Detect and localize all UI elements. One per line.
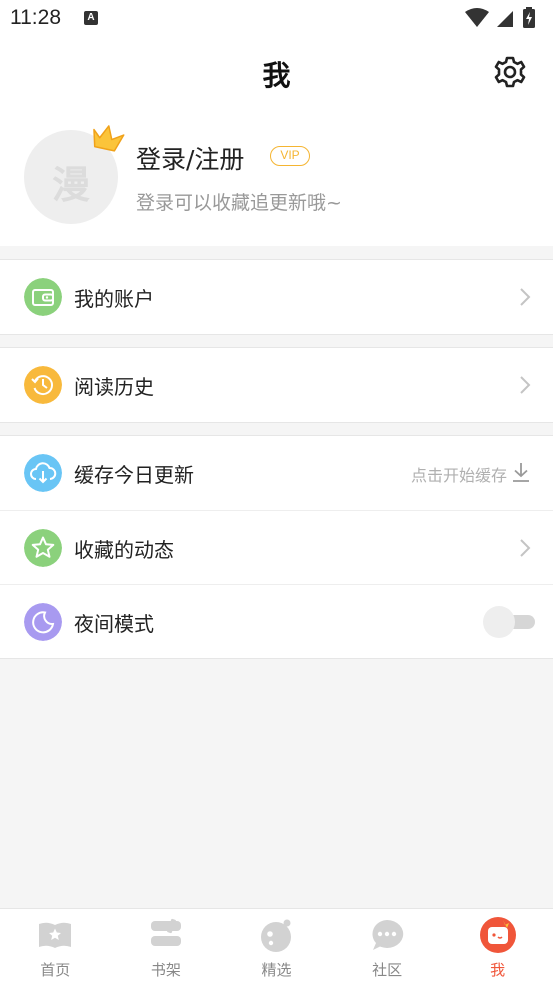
tab-home[interactable]: 首页 xyxy=(0,909,111,984)
avatar-placeholder-char: 漫 xyxy=(51,163,90,207)
start-cache-hint[interactable]: 点击开始缓存 xyxy=(411,462,507,486)
tab-label: 精选 xyxy=(261,961,292,979)
menu-item-label: 阅读历史 xyxy=(74,375,154,399)
login-register-link[interactable]: 登录/注册 xyxy=(136,140,244,176)
menu-item-cache-today[interactable]: 缓存今日更新 点击开始缓存 xyxy=(0,436,553,510)
status-bar: 11:28 A xyxy=(0,0,553,38)
featured-icon xyxy=(261,919,292,952)
menu-item-night-mode: 夜间模式 xyxy=(0,584,553,658)
download-icon[interactable] xyxy=(511,461,531,483)
tab-label: 书架 xyxy=(150,961,181,979)
clock-icon xyxy=(24,366,62,404)
tab-me[interactable]: 我 xyxy=(442,909,553,984)
settings-gear-icon[interactable] xyxy=(493,55,527,89)
login-subtitle: 登录可以收藏追更新哦~ xyxy=(136,192,342,214)
notification-icon: A xyxy=(84,11,98,25)
shelf-icon xyxy=(150,918,181,946)
menu-item-label: 我的账户 xyxy=(74,287,154,311)
menu-item-label: 缓存今日更新 xyxy=(74,463,194,487)
profile-card[interactable]: 漫 登录/注册 VIP 登录可以收藏追更新哦~ xyxy=(0,108,553,246)
menu-item-label: 夜间模式 xyxy=(74,612,154,636)
tab-community[interactable]: 社区 xyxy=(332,909,443,984)
menu-item-label: 收藏的动态 xyxy=(74,538,174,562)
menu-item-favorites-updates[interactable]: 收藏的动态 xyxy=(0,510,553,584)
tab-bookshelf[interactable]: 书架 xyxy=(111,909,222,984)
menu-item-account[interactable]: 我的账户 xyxy=(0,260,553,334)
menu-group-account: 我的账户 xyxy=(0,259,553,335)
home-book-icon xyxy=(39,922,72,948)
toggle-knob xyxy=(483,606,515,638)
chat-icon xyxy=(372,919,404,950)
moon-icon xyxy=(24,603,62,641)
page-title: 我 xyxy=(262,59,291,92)
star-icon xyxy=(24,529,62,567)
menu-group-history: 阅读历史 xyxy=(0,347,553,423)
crown-icon xyxy=(93,125,125,152)
bottom-tab-bar: 首页 书架 精选 社区 我 xyxy=(0,908,553,984)
tab-label: 社区 xyxy=(372,961,403,979)
wallet-icon xyxy=(24,278,62,316)
chevron-right-icon xyxy=(520,376,531,394)
system-status-icons xyxy=(465,7,535,28)
status-time: 11:28 xyxy=(10,6,61,29)
chevron-right-icon xyxy=(520,288,531,306)
tab-label: 首页 xyxy=(40,961,71,979)
night-mode-toggle[interactable] xyxy=(483,606,535,638)
vip-badge: VIP xyxy=(270,146,310,166)
me-icon xyxy=(479,917,516,953)
menu-group-cache: 缓存今日更新 点击开始缓存 收藏的动态 夜间模式 xyxy=(0,435,553,659)
chevron-right-icon xyxy=(520,539,531,557)
cloud-download-icon xyxy=(24,454,62,492)
page-header: 我 xyxy=(0,38,553,108)
menu-item-history[interactable]: 阅读历史 xyxy=(0,348,553,422)
tab-label: 我 xyxy=(490,961,506,979)
tab-featured[interactable]: 精选 xyxy=(221,909,332,984)
